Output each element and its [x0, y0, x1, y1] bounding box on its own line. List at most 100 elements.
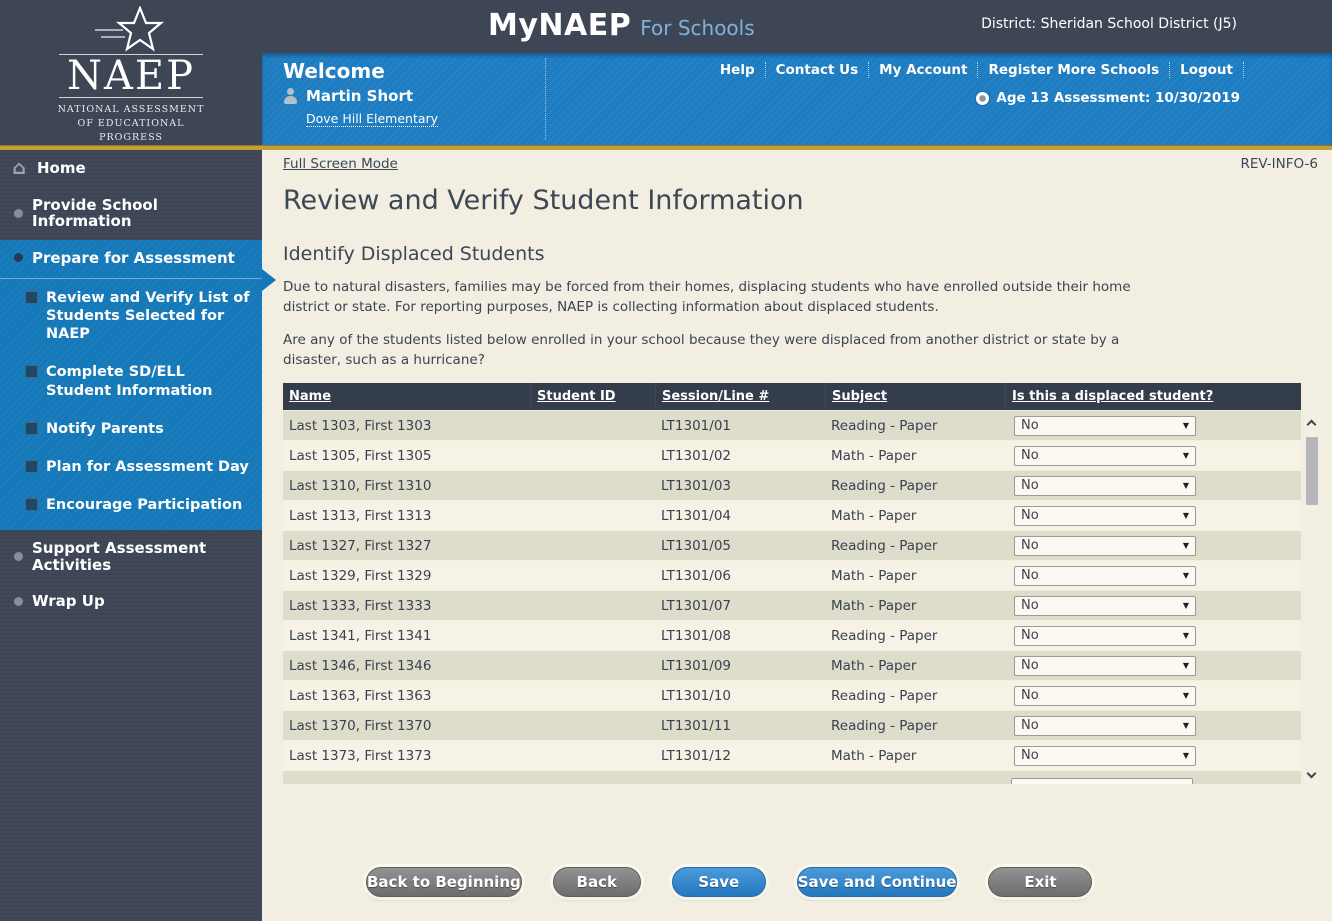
- dropdown-caret-icon: ▼: [1183, 421, 1189, 430]
- sidebar-subitem-plan-for-assessment-day[interactable]: Plan for Assessment Day: [0, 448, 262, 486]
- save-button[interactable]: Save: [672, 867, 766, 897]
- subject-cell: Math - Paper: [825, 508, 1005, 524]
- brand-title: MyNAEP: [488, 8, 631, 43]
- displaced-dropdown[interactable]: No▼: [1014, 446, 1196, 466]
- school-name-link[interactable]: Dove Hill Elementary: [306, 111, 438, 127]
- back-to-beginning-button[interactable]: Back to Beginning: [366, 867, 522, 897]
- welcome-title: Welcome: [283, 59, 438, 83]
- full-screen-mode-link[interactable]: Full Screen Mode: [283, 156, 398, 172]
- scrollbar-thumb[interactable]: [1306, 437, 1318, 505]
- column-header-session-line[interactable]: Session/Line #: [655, 383, 825, 410]
- column-header-subject[interactable]: Subject: [825, 383, 1005, 410]
- displaced-dropdown[interactable]: No▼: [1014, 476, 1196, 496]
- student-name: Last 1313, First 1313: [283, 508, 530, 524]
- students-table: Name Student ID Session/Line # Subject I…: [283, 383, 1320, 784]
- column-header-displaced[interactable]: Is this a displaced student?: [1005, 383, 1301, 410]
- district-info: District: Sheridan School District (J5): [981, 16, 1237, 32]
- main-content: Full Screen Mode REV-INFO-6 Review and V…: [262, 150, 1332, 921]
- sidebar-subitem-notify-parents[interactable]: Notify Parents: [0, 410, 262, 448]
- scroll-down-arrow-icon[interactable]: [1307, 769, 1317, 779]
- page-code: REV-INFO-6: [1240, 156, 1318, 172]
- displaced-cell: No▼: [1005, 476, 1301, 496]
- dropdown-caret-icon: ▼: [1183, 451, 1189, 460]
- student-row: Last 1341, First 1341LT1301/08Reading - …: [283, 621, 1301, 651]
- student-name: Last 1370, First 1370: [283, 718, 530, 734]
- displaced-dropdown[interactable]: No▼: [1014, 596, 1196, 616]
- subject-cell: Reading - Paper: [825, 478, 1005, 494]
- sidebar-subitem-complete-sd-ell[interactable]: Complete SD/ELL Student Information: [0, 353, 262, 409]
- student-row: Last 1346, First 1346LT1301/09Math - Pap…: [283, 651, 1301, 681]
- footer-button-row: Back to Beginning Back Save Save and Contin…: [366, 867, 1318, 897]
- naep-logo: NAEP NATIONAL ASSESSMENT OF EDUCATIONAL …: [0, 0, 262, 145]
- dropdown-caret-icon: ▼: [1183, 691, 1189, 700]
- displaced-dropdown[interactable]: No▼: [1014, 506, 1196, 526]
- dropdown-value: No: [1021, 508, 1039, 523]
- sidebar-item-provide-school-information[interactable]: Provide School Information: [0, 187, 262, 240]
- sidebar-item-home[interactable]: ⌂ Home: [0, 150, 262, 187]
- exit-button[interactable]: Exit: [988, 867, 1092, 897]
- displaced-cell: No▼: [1005, 656, 1301, 676]
- app-window: MyNAEPFor Schools District: Sheridan Sch…: [0, 0, 1332, 921]
- displaced-dropdown[interactable]: No▼: [1014, 746, 1196, 766]
- displaced-dropdown[interactable]: No▼: [1014, 536, 1196, 556]
- logo-acronym: NAEP: [59, 54, 203, 98]
- sidebar-item-prepare-for-assessment[interactable]: Prepare for Assessment: [0, 240, 262, 280]
- student-row: Last 1373, First 1373LT1301/12Math - Pap…: [283, 741, 1301, 771]
- student-row: Last 1303, First 1303LT1301/01Reading - …: [283, 411, 1301, 441]
- sidebar-subitem-label: Review and Verify List of Students Selec…: [46, 289, 254, 343]
- session-line: LT1301/11: [655, 718, 825, 734]
- table-body: Last 1303, First 1303LT1301/01Reading - …: [283, 411, 1301, 771]
- dropdown-caret-icon: ▼: [1183, 571, 1189, 580]
- star-icon: [85, 6, 177, 54]
- sidebar-subitem-review-and-verify[interactable]: Review and Verify List of Students Selec…: [0, 279, 262, 353]
- header-link-register-more-schools[interactable]: Register More Schools: [978, 62, 1170, 78]
- displaced-dropdown[interactable]: No▼: [1014, 566, 1196, 586]
- student-name: Last 1363, First 1363: [283, 688, 530, 704]
- displaced-dropdown[interactable]: No▼: [1014, 716, 1196, 736]
- sidebar-subitem-label: Notify Parents: [46, 420, 164, 438]
- subject-cell: Reading - Paper: [825, 628, 1005, 644]
- user-icon: [283, 88, 298, 104]
- session-line: LT1301/10: [655, 688, 825, 704]
- displaced-dropdown[interactable]: No▼: [1014, 626, 1196, 646]
- session-line: LT1301/12: [655, 748, 825, 764]
- sidebar-item-wrap-up[interactable]: Wrap Up: [0, 583, 262, 620]
- bullet-icon: [14, 597, 23, 606]
- student-name: Last 1305, First 1305: [283, 448, 530, 464]
- displaced-dropdown[interactable]: [1011, 778, 1193, 784]
- student-row: Last 1305, First 1305LT1301/02Math - Pap…: [283, 441, 1301, 471]
- displaced-dropdown[interactable]: No▼: [1014, 656, 1196, 676]
- district-label: District:: [981, 16, 1036, 32]
- header-link-my-account[interactable]: My Account: [869, 62, 978, 78]
- sidebar-item-label: Wrap Up: [32, 593, 105, 610]
- logo-tagline: NATIONAL ASSESSMENT OF EDUCATIONAL PROGR…: [58, 103, 205, 144]
- student-name: Last 1327, First 1327: [283, 538, 530, 554]
- subject-cell: Math - Paper: [825, 748, 1005, 764]
- sidebar-subitem-label: Encourage Participation: [46, 496, 242, 514]
- square-bullet-icon: [25, 291, 38, 304]
- column-header-student-id[interactable]: Student ID: [530, 383, 655, 410]
- displaced-dropdown[interactable]: No▼: [1014, 416, 1196, 436]
- displaced-cell: No▼: [1005, 746, 1301, 766]
- back-button[interactable]: Back: [553, 867, 641, 897]
- sidebar-subitem-encourage-participation[interactable]: Encourage Participation: [0, 486, 262, 524]
- subject-cell: Reading - Paper: [825, 418, 1005, 434]
- scroll-up-arrow-icon[interactable]: [1307, 420, 1317, 430]
- intro-paragraph: Due to natural disasters, families may b…: [283, 277, 1155, 318]
- dropdown-caret-icon: ▼: [1183, 721, 1189, 730]
- gold-divider: [0, 145, 1332, 150]
- student-row: Last 1333, First 1333LT1301/07Math - Pap…: [283, 591, 1301, 621]
- session-line: LT1301/05: [655, 538, 825, 554]
- displaced-cell: No▼: [1005, 596, 1301, 616]
- displaced-dropdown[interactable]: No▼: [1014, 686, 1196, 706]
- assessment-label: Age 13 Assessment: 10/30/2019: [996, 90, 1240, 106]
- save-and-continue-button[interactable]: Save and Continue: [797, 867, 958, 897]
- sidebar-item-support-assessment-activities[interactable]: Support Assessment Activities: [0, 530, 262, 583]
- displaced-cell: No▼: [1005, 536, 1301, 556]
- column-header-name[interactable]: Name: [283, 383, 530, 410]
- session-line: LT1301/02: [655, 448, 825, 464]
- header-link-contact-us[interactable]: Contact Us: [766, 62, 870, 78]
- header-link-help[interactable]: Help: [710, 62, 766, 78]
- table-scrollbar[interactable]: [1304, 411, 1320, 785]
- header-link-logout[interactable]: Logout: [1170, 62, 1244, 78]
